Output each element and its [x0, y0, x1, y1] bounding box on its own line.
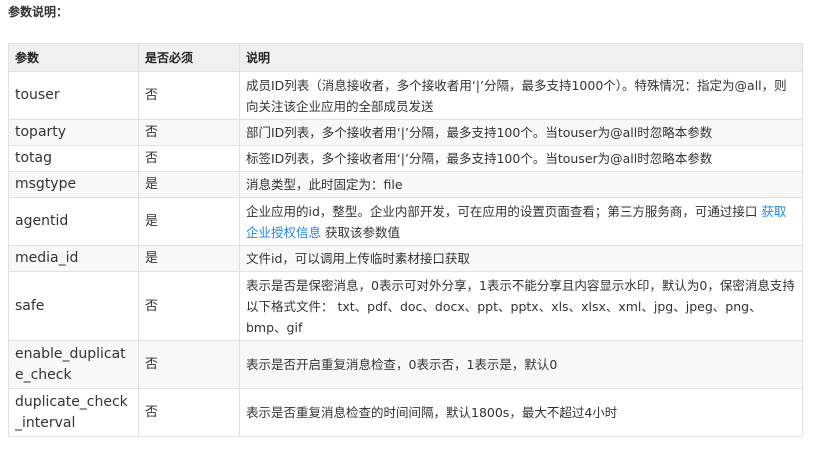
- param-description: 消息类型，此时固定为：file: [239, 171, 803, 198]
- param-name: duplicate_check_interval: [8, 388, 139, 437]
- page-title: 参数说明：: [8, 5, 69, 19]
- param-required: 是: [138, 245, 240, 272]
- table-header-row: 参数 是否必须 说明: [8, 43, 803, 72]
- param-description: 文件id，可以调用上传临时素材接口获取: [239, 245, 803, 272]
- param-description: 表示是否开启重复消息检查，0表示否，1表示是，默认0: [239, 340, 803, 389]
- table-row: duplicate_check_interval 否 表示是否重复消息检查的时间…: [8, 388, 803, 437]
- description-text: 获取该参数值: [321, 224, 400, 240]
- param-required: 是: [138, 197, 240, 246]
- param-required: 否: [138, 145, 240, 172]
- table-row: totag 否 标签ID列表，多个接收者用‘|’分隔，最多支持100个。当tou…: [8, 145, 803, 172]
- table-row: toparty 否 部门ID列表，多个接收者用‘|’分隔，最多支持100个。当t…: [8, 119, 803, 146]
- param-name: totag: [8, 145, 139, 172]
- table-row: media_id 是 文件id，可以调用上传临时素材接口获取: [8, 245, 803, 272]
- param-description: 部门ID列表，多个接收者用‘|’分隔，最多支持100个。当touser为@all…: [239, 119, 803, 146]
- table-row: agentid 是 企业应用的id，整型。企业内部开发，可在应用的设置页面查看；…: [8, 197, 803, 246]
- param-name: media_id: [8, 245, 139, 272]
- param-name: agentid: [8, 197, 139, 246]
- param-required: 否: [138, 340, 240, 389]
- param-name: enable_duplicate_check: [8, 340, 139, 389]
- description-text: 企业应用的id，整型。企业内部开发，可在应用的设置页面查看；第三方服务商，可通过…: [246, 203, 762, 219]
- params-table: 参数 是否必须 说明 touser 否 成员ID列表（消息接收者，多个接收者用‘…: [8, 43, 803, 437]
- header-param: 参数: [8, 43, 139, 72]
- table-row: msgtype 是 消息类型，此时固定为：file: [8, 171, 803, 198]
- table-row: enable_duplicate_check 否 表示是否开启重复消息检查，0表…: [8, 340, 803, 389]
- param-required: 否: [138, 71, 240, 120]
- param-description: 表示是否重复消息检查的时间间隔，默认1800s，最大不超过4小时: [239, 388, 803, 437]
- param-name: touser: [8, 71, 139, 120]
- header-description: 说明: [239, 43, 803, 72]
- param-name: toparty: [8, 119, 139, 146]
- param-description: 表示是否是保密消息，0表示可对外分享，1表示不能分享且内容显示水印，默认为0，保…: [239, 271, 803, 341]
- param-name: msgtype: [8, 171, 139, 198]
- table-row: safe 否 表示是否是保密消息，0表示可对外分享，1表示不能分享且内容显示水印…: [8, 271, 803, 341]
- header-required: 是否必须: [138, 43, 240, 72]
- param-description: 成员ID列表（消息接收者，多个接收者用‘|’分隔，最多支持1000个）。特殊情况…: [239, 71, 803, 120]
- param-required: 否: [138, 271, 240, 341]
- param-required: 是: [138, 171, 240, 198]
- table-row: touser 否 成员ID列表（消息接收者，多个接收者用‘|’分隔，最多支持10…: [8, 71, 803, 120]
- param-required: 否: [138, 119, 240, 146]
- param-description: 标签ID列表，多个接收者用‘|’分隔，最多支持100个。当touser为@all…: [239, 145, 803, 172]
- param-name: safe: [8, 271, 139, 341]
- param-required: 否: [138, 388, 240, 437]
- param-description: 企业应用的id，整型。企业内部开发，可在应用的设置页面查看；第三方服务商，可通过…: [239, 197, 803, 246]
